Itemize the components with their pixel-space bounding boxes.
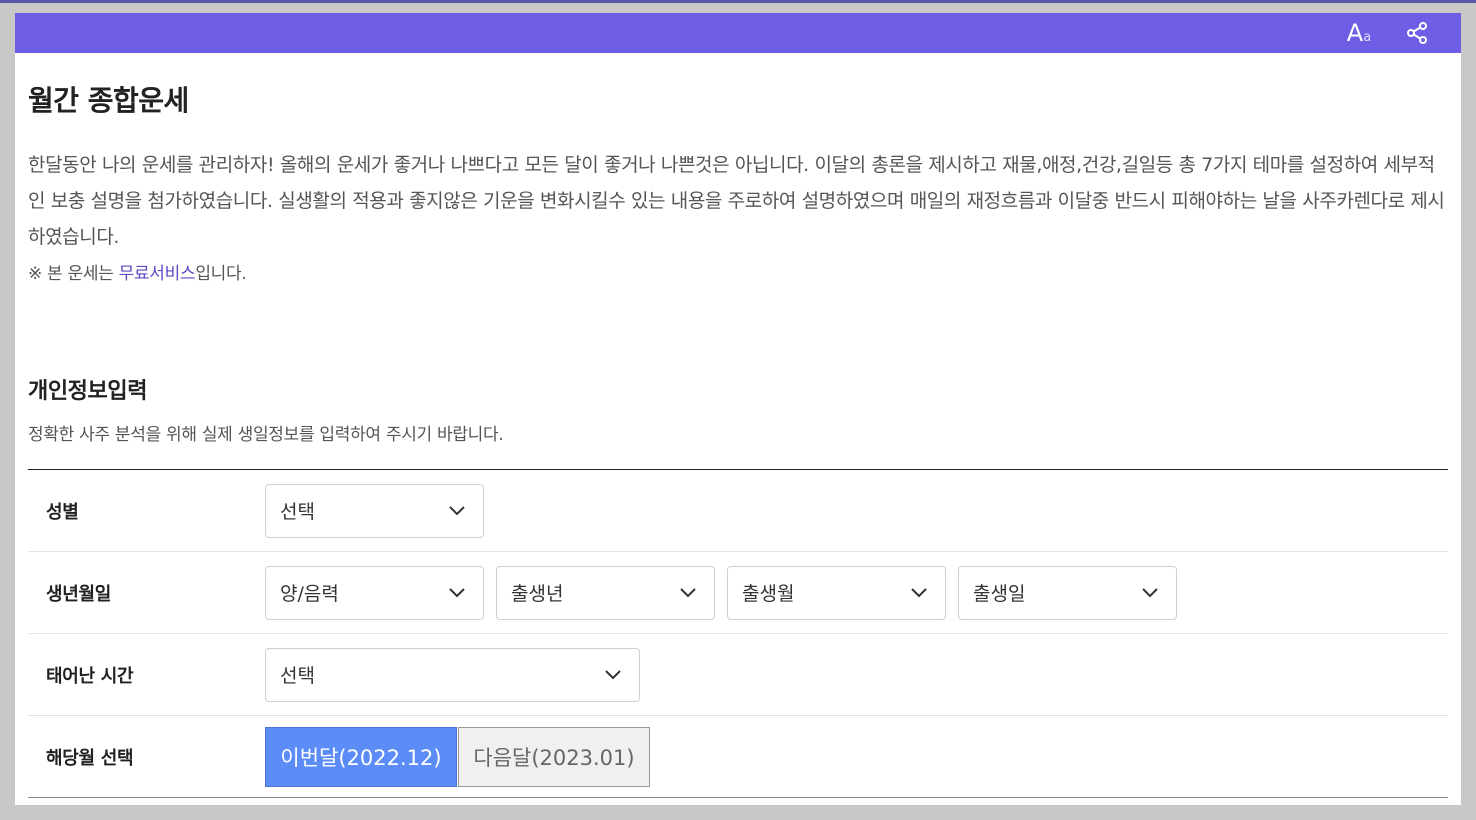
birth-time-select[interactable]: 선택 <box>265 647 640 702</box>
chevron-down-icon <box>449 505 465 515</box>
birth-month-select[interactable]: 출생월 <box>727 565 946 620</box>
chevron-down-icon <box>449 587 465 597</box>
gender-select-value: 선택 <box>280 501 315 523</box>
note-suffix: 입니다. <box>195 264 247 284</box>
section-title: 개인정보입력 <box>28 379 148 404</box>
birth-day-select[interactable]: 출생일 <box>958 565 1177 620</box>
chevron-down-icon <box>1142 587 1158 597</box>
month-select-row: 해당월 선택 이번달(2022.12) 다음달(2023.01) <box>28 716 1448 798</box>
birth-label: 생년월일 <box>46 583 112 605</box>
page-description: 한달동안 나의 운세를 관리하자! 올해의 운세가 좋거나 나쁘다고 모든 달이… <box>28 154 1445 248</box>
page-title: 월간 종합운세 <box>28 84 189 117</box>
service-note: ※ 본 운세는 무료서비스입니다. <box>28 259 1448 284</box>
birth-year-select[interactable]: 출생년 <box>496 565 715 620</box>
chevron-down-icon <box>911 587 927 597</box>
birth-day-value: 출생일 <box>973 583 1026 605</box>
font-size-button[interactable]: Aa <box>1339 13 1379 53</box>
next-month-button[interactable]: 다음달(2023.01) <box>458 726 650 787</box>
chevron-down-icon <box>605 669 621 679</box>
share-button[interactable] <box>1397 13 1437 53</box>
note-prefix: ※ 본 운세는 <box>28 264 119 284</box>
calendar-type-select[interactable]: 양/음력 <box>265 565 484 620</box>
page-frame: Aa 월간 종합운세 한달동안 나의 운세를 관리하자! 올해의 운세가 좋거나… <box>15 13 1461 805</box>
chevron-down-icon <box>680 587 696 597</box>
birth-month-value: 출생월 <box>742 583 795 605</box>
month-select-label: 해당월 선택 <box>46 747 134 769</box>
top-border <box>0 0 1476 3</box>
top-toolbar: Aa <box>15 13 1461 53</box>
share-icon <box>1407 22 1427 44</box>
gender-select[interactable]: 선택 <box>265 483 484 538</box>
font-size-icon: Aa <box>1346 19 1372 47</box>
calendar-type-value: 양/음력 <box>280 583 339 605</box>
free-service-link[interactable]: 무료서비스 <box>119 264 196 284</box>
birth-time-value: 선택 <box>280 665 315 687</box>
birth-year-value: 출생년 <box>511 583 564 605</box>
gender-row: 성별 선택 <box>28 470 1448 552</box>
gender-label: 성별 <box>46 501 79 523</box>
this-month-button[interactable]: 이번달(2022.12) <box>265 726 457 787</box>
personal-info-form: 성별 선택 생년월일 양/음력 출생년 출생월 출생일 태어난 시간 선택 해당… <box>28 469 1448 798</box>
birth-time-row: 태어난 시간 선택 <box>28 634 1448 716</box>
section-subtitle: 정확한 사주 분석을 위해 실제 생일정보를 입력하여 주시기 바랍니다. <box>28 425 504 445</box>
birth-row: 생년월일 양/음력 출생년 출생월 출생일 <box>28 552 1448 634</box>
birth-time-label: 태어난 시간 <box>46 665 134 687</box>
